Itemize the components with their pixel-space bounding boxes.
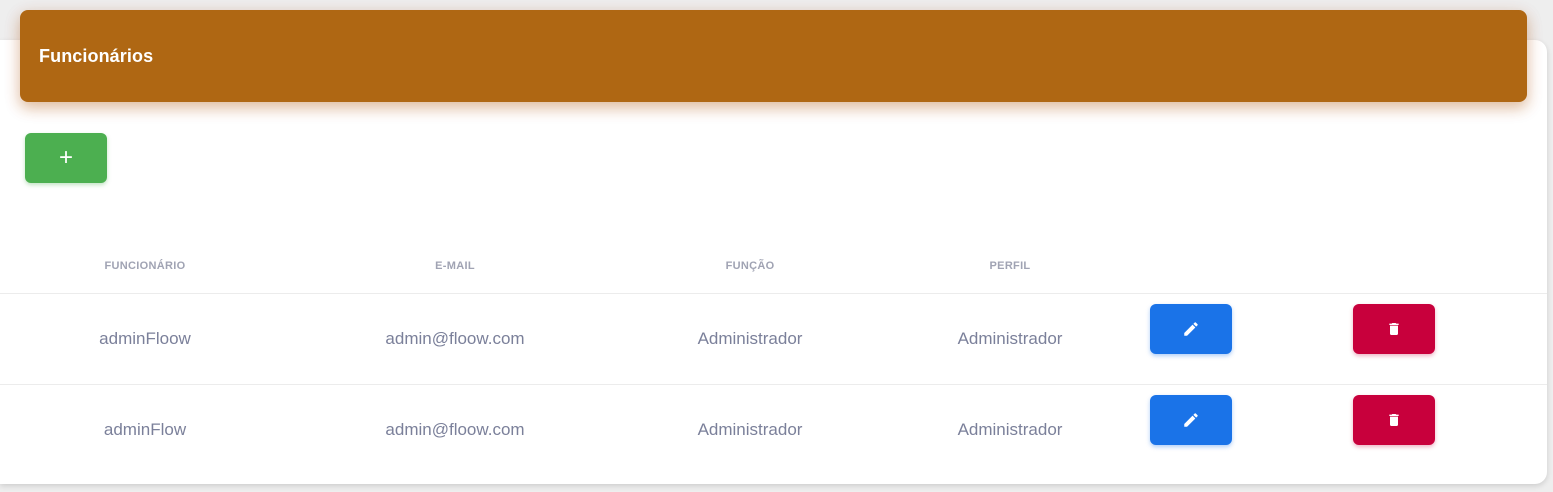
page-header: Funcionários (20, 10, 1527, 102)
plus-icon: + (58, 144, 73, 171)
table-row: adminFlow admin@floow.com Administrador … (0, 385, 1547, 475)
column-header-email: E-MAIL (435, 260, 475, 272)
cell-funcao: Administrador (697, 329, 803, 348)
delete-button[interactable] (1353, 395, 1435, 445)
employees-table: FUNCIONÁRIO E-MAIL FUNÇÃO PERFIL adminFl… (0, 240, 1547, 475)
table-header: FUNCIONÁRIO E-MAIL FUNÇÃO PERFIL (0, 240, 1547, 294)
edit-button[interactable] (1150, 395, 1232, 445)
cell-email: admin@floow.com (385, 329, 525, 348)
cell-email: admin@floow.com (385, 420, 525, 439)
delete-button[interactable] (1353, 304, 1435, 354)
trash-icon (1386, 320, 1402, 338)
cell-perfil: Administrador (957, 329, 1063, 348)
cell-perfil: Administrador (957, 420, 1063, 439)
edit-button[interactable] (1150, 304, 1232, 354)
column-header-funcionario: FUNCIONÁRIO (104, 260, 186, 272)
column-header-funcao: FUNÇÃO (725, 260, 775, 272)
cell-funcionario: adminFlow (103, 420, 187, 439)
column-header-perfil: PERFIL (989, 260, 1031, 272)
table-row: adminFloow admin@floow.com Administrador… (0, 294, 1547, 385)
page-title: Funcionários (39, 45, 154, 66)
cell-funcao: Administrador (697, 420, 803, 439)
add-employee-button[interactable]: + (25, 133, 107, 183)
pencil-icon (1182, 320, 1200, 338)
trash-icon (1386, 411, 1402, 429)
pencil-icon (1182, 411, 1200, 429)
cell-funcionario: adminFloow (99, 329, 191, 348)
